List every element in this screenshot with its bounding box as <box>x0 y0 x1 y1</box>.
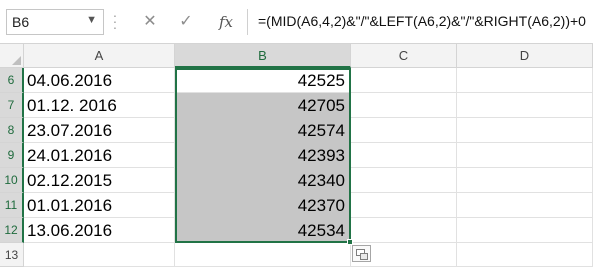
row-header[interactable]: 6 <box>0 68 24 93</box>
cell-c11[interactable] <box>351 193 457 218</box>
formula-buttons: ✕ ✓ fx <box>128 9 248 35</box>
formula-input[interactable]: =(MID(A6,4,2)&"/"&LEFT(A6,2)&"/"&RIGHT(A… <box>252 9 593 35</box>
cell-b6[interactable]: 42525 <box>175 68 351 93</box>
row-header[interactable]: 7 <box>0 93 24 118</box>
select-all-corner[interactable] <box>0 44 24 68</box>
cell-c9[interactable] <box>351 143 457 168</box>
cell-a13[interactable] <box>24 243 175 267</box>
row-header[interactable]: 11 <box>0 193 24 218</box>
cell-d12[interactable] <box>457 218 593 243</box>
column-header-d[interactable]: D <box>457 44 593 68</box>
name-box[interactable]: B6 ▼ <box>6 9 104 35</box>
quick-analysis-button[interactable] <box>352 245 371 262</box>
cell-b13[interactable] <box>175 243 351 267</box>
cancel-icon[interactable]: ✕ <box>134 9 166 35</box>
drag-handle-icon[interactable]: · · · <box>112 8 118 34</box>
cell-d9[interactable] <box>457 143 593 168</box>
column-header-c[interactable]: C <box>351 44 457 68</box>
row-header[interactable]: 12 <box>0 218 24 243</box>
enter-icon[interactable]: ✓ <box>170 9 202 35</box>
chevron-down-icon[interactable]: ▼ <box>86 14 97 26</box>
cell-b9[interactable]: 42393 <box>175 143 351 168</box>
select-all-triangle-icon <box>12 56 21 65</box>
cell-a9[interactable]: 24.01.2016 <box>24 143 175 168</box>
cell-d6[interactable] <box>457 68 593 93</box>
cell-c6[interactable] <box>351 68 457 93</box>
cell-b7[interactable]: 42705 <box>175 93 351 118</box>
insert-function-icon[interactable]: fx <box>210 9 242 35</box>
cell-c8[interactable] <box>351 118 457 143</box>
cell-d13[interactable] <box>457 243 593 267</box>
row-header[interactable]: 10 <box>0 168 24 193</box>
cell-c7[interactable] <box>351 93 457 118</box>
column-header-b[interactable]: B <box>175 44 351 68</box>
cell-a11[interactable]: 01.01.2016 <box>24 193 175 218</box>
row-header[interactable]: 13 <box>0 243 24 267</box>
cell-a10[interactable]: 02.12.2015 <box>24 168 175 193</box>
cell-a7[interactable]: 01.12. 2016 <box>24 93 175 118</box>
row-header[interactable]: 8 <box>0 118 24 143</box>
cell-a6[interactable]: 04.06.2016 <box>24 68 175 93</box>
cell-d7[interactable] <box>457 93 593 118</box>
cell-a8[interactable]: 23.07.2016 <box>24 118 175 143</box>
cell-d10[interactable] <box>457 168 593 193</box>
cell-b10[interactable]: 42340 <box>175 168 351 193</box>
cell-c10[interactable] <box>351 168 457 193</box>
cell-b11[interactable]: 42370 <box>175 193 351 218</box>
column-header-a[interactable]: A <box>24 44 175 68</box>
cell-a12[interactable]: 13.06.2016 <box>24 218 175 243</box>
cell-b12[interactable]: 42534 <box>175 218 351 243</box>
quick-analysis-icon-overlay <box>360 253 368 260</box>
cell-b8[interactable]: 42574 <box>175 118 351 143</box>
cell-d8[interactable] <box>457 118 593 143</box>
row-header[interactable]: 9 <box>0 143 24 168</box>
formula-text: =(MID(A6,4,2)&"/"&LEFT(A6,2)&"/"&RIGHT(A… <box>258 13 586 29</box>
cell-d11[interactable] <box>457 193 593 218</box>
formula-bar: B6 ▼ · · · ✕ ✓ fx =(MID(A6,4,2)&"/"&LEFT(A… <box>0 0 593 44</box>
cell-c12[interactable] <box>351 218 457 243</box>
name-box-value: B6 <box>12 14 30 30</box>
